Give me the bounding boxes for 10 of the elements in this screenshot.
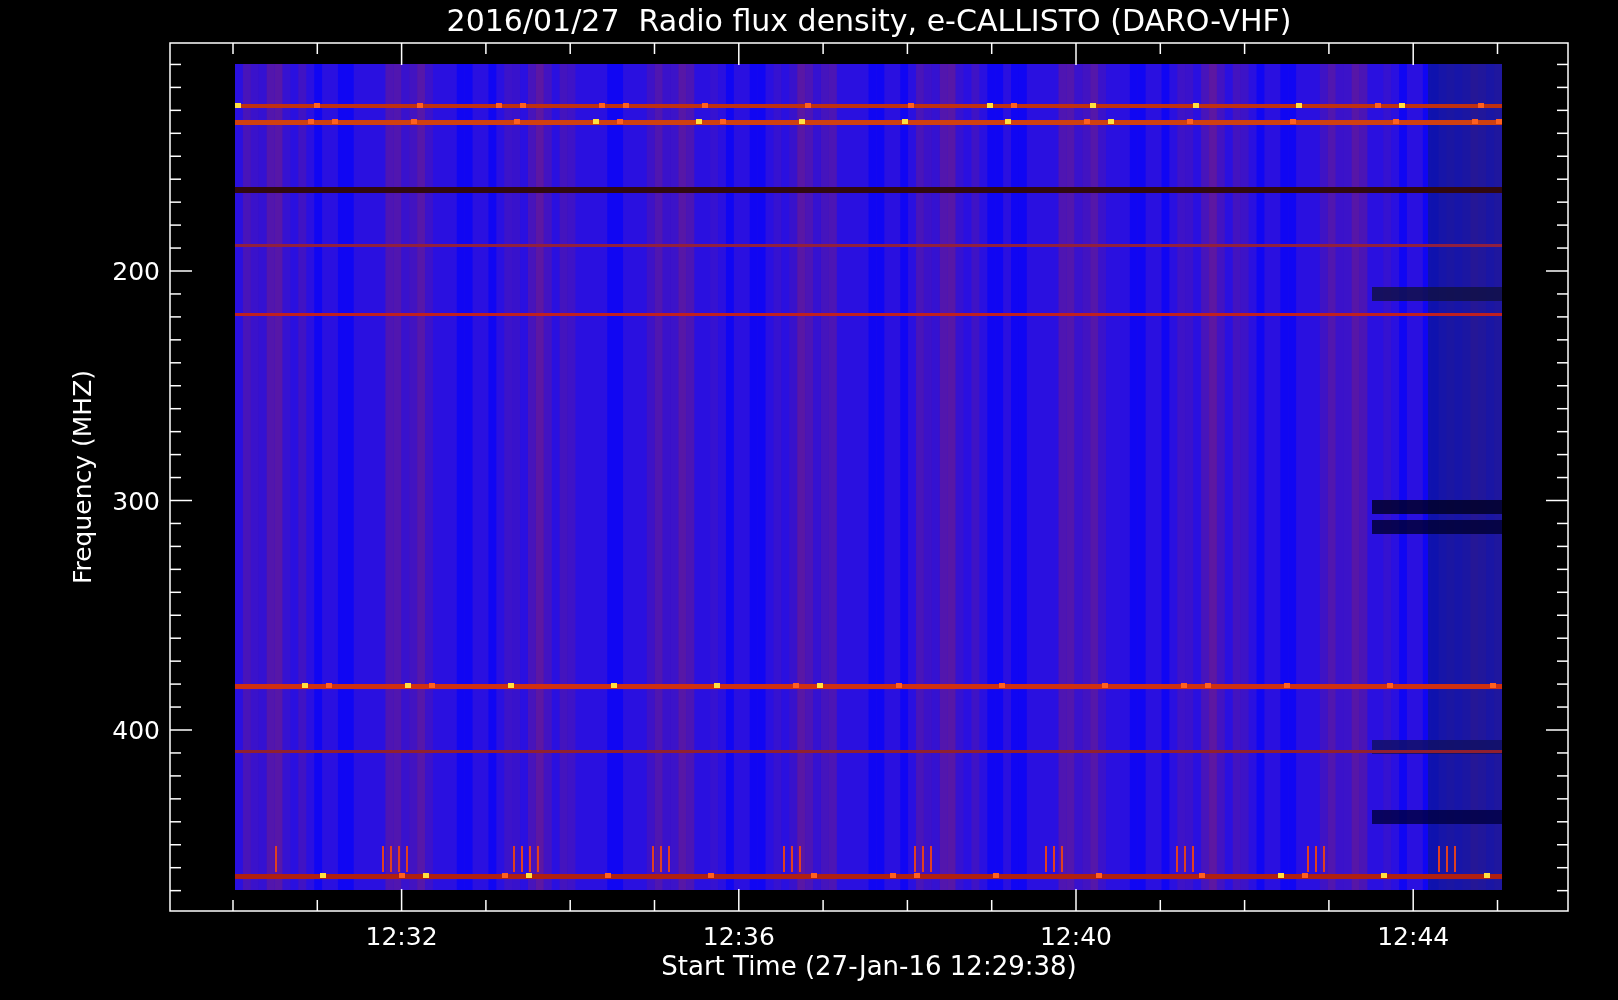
y-axis-label: Frequency (MHZ)	[68, 369, 97, 585]
plot-title: 2016/01/27 Radio flux density, e-CALLISTO (DARO-VHF)	[446, 3, 1292, 38]
x-axis-tick-label: 12:40	[1040, 922, 1112, 951]
y-axis-tick-label: 300	[112, 486, 160, 516]
y-axis-tick-label: 400	[112, 716, 160, 745]
x-axis-label: Start Time (27-Jan-16 12:29:38)	[661, 951, 1077, 981]
x-axis-tick-label: 12:36	[702, 922, 775, 951]
x-axis-tick-label: 12:32	[365, 922, 438, 951]
y-axis-tick-label: 200	[112, 257, 160, 286]
x-axis-tick-label: 12:44	[1377, 922, 1450, 951]
